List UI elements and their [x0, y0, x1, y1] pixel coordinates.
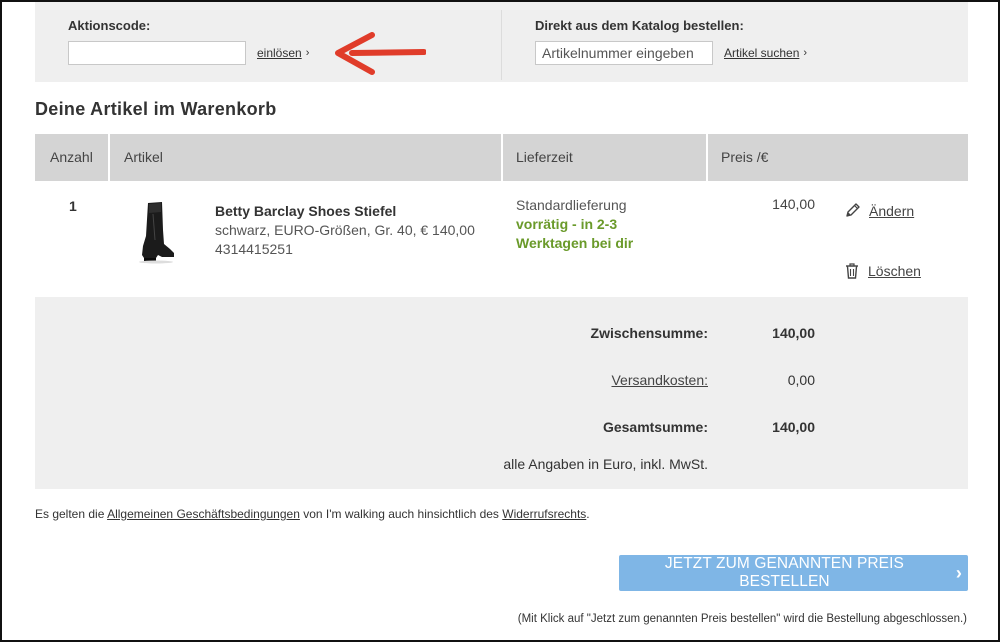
catalog-order-label: Direkt aus dem Katalog bestellen: — [535, 18, 744, 33]
redeem-chevron-icon: › — [305, 47, 310, 59]
item-name[interactable]: Betty Barclay Shoes Stiefel — [215, 202, 475, 221]
item-delivery: Standardlieferung vorrätig - in 2-3 Werk… — [516, 196, 633, 253]
article-search-link[interactable]: Artikel suchen — [724, 46, 799, 60]
price-note: alle Angaben in Euro, inkl. MwSt. — [503, 456, 708, 472]
subtotal-value: 140,00 — [772, 325, 815, 341]
delivery-type: Standardlieferung — [516, 197, 627, 213]
column-separator — [706, 134, 708, 181]
item-price: 140,00 — [772, 196, 815, 212]
legal-text-1: Es gelten die — [35, 507, 108, 521]
article-search-chevron-icon: › — [803, 47, 808, 59]
order-summary: Zwischensumme: 140,00 Versandkosten: 0,0… — [35, 297, 968, 489]
place-order-label: JETZT ZUM GENANNTEN PREIS BESTELLEN — [664, 555, 904, 590]
delete-item-label[interactable]: Löschen — [868, 263, 921, 279]
subtotal-label: Zwischensumme: — [590, 325, 708, 341]
column-header-delivery: Lieferzeit — [516, 149, 573, 165]
column-header-qty: Anzahl — [50, 149, 93, 165]
pencil-icon — [846, 203, 860, 217]
availability-line-1: vorrätig - in 2-3 — [516, 216, 618, 232]
total-label: Gesamtsumme: — [602, 419, 708, 435]
promo-code-section: Aktionscode: einlösen › — [68, 18, 309, 65]
place-order-button[interactable]: JETZT ZUM GENANNTEN PREIS BESTELLEN › — [619, 555, 968, 591]
redeem-link[interactable]: einlösen — [257, 46, 302, 60]
cart-table-header: Anzahl Artikel Lieferzeit Preis /€ — [35, 134, 968, 181]
item-quantity: 1 — [69, 198, 77, 214]
order-note: (Mit Klick auf "Jetzt zum genannten Prei… — [517, 613, 967, 625]
total-value: 140,00 — [772, 419, 815, 435]
item-details: schwarz, EURO-Größen, Gr. 40, € 140,00 — [215, 222, 475, 238]
terms-link[interactable]: Allgemeinen Geschäftsbedingungen — [107, 507, 300, 521]
withdrawal-rights-link[interactable]: Widerrufsrechts — [502, 507, 586, 521]
page-frame: Aktionscode: einlösen › Direkt aus dem K… — [0, 0, 1000, 642]
chevron-right-icon: › — [955, 562, 962, 583]
legal-text-2: von I'm walking auch hinsichtlich des — [299, 507, 503, 521]
trash-icon — [846, 263, 858, 279]
legal-notice: Es gelten die Allgemeinen Geschäftsbedin… — [35, 507, 590, 521]
shipping-costs-link[interactable]: Versandkosten: — [611, 372, 708, 388]
promo-code-input[interactable] — [68, 41, 246, 65]
availability-line-2: Werktagen bei dir — [516, 235, 634, 251]
item-info: Betty Barclay Shoes Stiefel schwarz, EUR… — [215, 202, 475, 259]
column-separator — [108, 134, 110, 181]
column-separator — [501, 134, 503, 181]
column-header-article: Artikel — [124, 149, 163, 165]
legal-text-3: . — [586, 507, 590, 521]
top-strip: Aktionscode: einlösen › Direkt aus dem K… — [35, 2, 968, 82]
edit-item-button[interactable]: Ändern — [844, 202, 914, 219]
cart-title: Deine Artikel im Warenkorb — [35, 99, 277, 119]
red-arrow-icon — [335, 32, 426, 75]
catalog-order-section: Direkt aus dem Katalog bestellen: Artike… — [535, 18, 807, 65]
edit-item-label[interactable]: Ändern — [869, 203, 914, 219]
item-article-number: 4314415251 — [215, 241, 293, 257]
column-header-price: Preis /€ — [721, 149, 769, 165]
shipping-costs-value: 0,00 — [787, 372, 815, 388]
article-number-input[interactable] — [535, 41, 713, 65]
promo-code-label: Aktionscode: — [68, 18, 151, 33]
boot-product-image[interactable] — [134, 200, 178, 264]
top-strip-divider — [501, 10, 502, 80]
delete-item-button[interactable]: Löschen — [844, 262, 921, 280]
